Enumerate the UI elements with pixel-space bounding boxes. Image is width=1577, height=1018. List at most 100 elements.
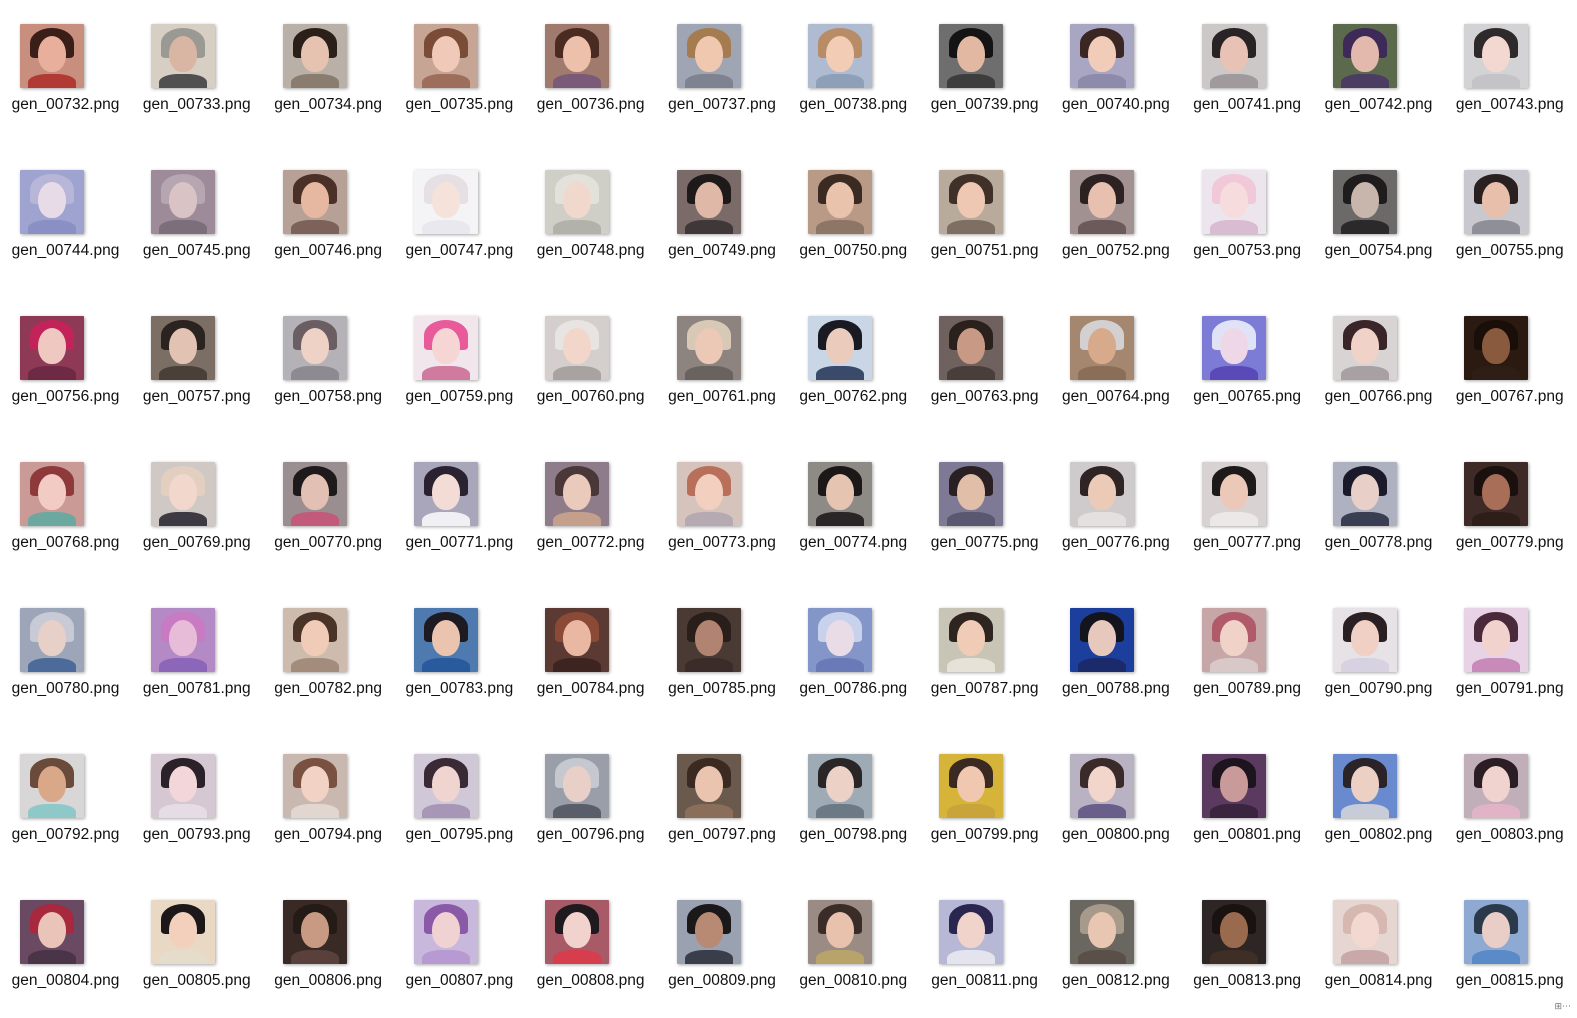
image-thumbnail[interactable] (151, 170, 216, 234)
file-item[interactable]: gen_00772.png (525, 438, 645, 558)
image-thumbnail[interactable] (413, 316, 478, 380)
view-toggle-icon[interactable]: ⊞⋯ (1554, 1002, 1571, 1012)
image-thumbnail[interactable] (20, 316, 84, 380)
file-item[interactable]: gen_00779.png (1444, 438, 1564, 558)
file-item[interactable]: gen_00804.png (0, 876, 120, 996)
file-item[interactable]: gen_00803.png (1444, 730, 1564, 850)
file-item[interactable]: gen_00809.png (657, 876, 777, 996)
image-thumbnail[interactable] (1201, 900, 1266, 964)
image-thumbnail[interactable] (1464, 900, 1529, 964)
image-thumbnail[interactable] (939, 608, 1004, 672)
image-thumbnail[interactable] (20, 462, 84, 526)
file-item[interactable]: gen_00741.png (1182, 0, 1302, 120)
file-item[interactable]: gen_00814.png (1313, 876, 1433, 996)
file-item[interactable]: gen_00760.png (525, 292, 645, 412)
file-item[interactable]: gen_00762.png (788, 292, 908, 412)
file-item[interactable]: gen_00775.png (919, 438, 1039, 558)
image-thumbnail[interactable] (282, 608, 347, 672)
file-item[interactable]: gen_00778.png (1313, 438, 1433, 558)
image-thumbnail[interactable] (939, 754, 1004, 818)
file-item[interactable]: gen_00774.png (788, 438, 908, 558)
image-thumbnail[interactable] (1464, 462, 1529, 526)
image-thumbnail[interactable] (545, 900, 610, 964)
image-thumbnail[interactable] (1333, 24, 1397, 88)
image-thumbnail[interactable] (1333, 170, 1397, 234)
image-thumbnail[interactable] (1070, 608, 1135, 672)
image-thumbnail[interactable] (1201, 608, 1266, 672)
file-item[interactable]: gen_00798.png (788, 730, 908, 850)
file-item[interactable]: gen_00801.png (1182, 730, 1302, 850)
file-item[interactable]: gen_00739.png (919, 0, 1039, 120)
image-thumbnail[interactable] (807, 900, 872, 964)
image-thumbnail[interactable] (282, 754, 347, 818)
image-thumbnail[interactable] (151, 900, 216, 964)
image-thumbnail[interactable] (545, 754, 610, 818)
image-thumbnail[interactable] (676, 754, 741, 818)
file-item[interactable]: gen_00786.png (788, 584, 908, 704)
file-item[interactable]: gen_00780.png (0, 584, 120, 704)
image-thumbnail[interactable] (151, 754, 216, 818)
file-item[interactable]: gen_00764.png (1050, 292, 1170, 412)
image-thumbnail[interactable] (151, 24, 216, 88)
image-thumbnail[interactable] (413, 608, 478, 672)
file-item[interactable]: gen_00788.png (1050, 584, 1170, 704)
file-item[interactable]: gen_00746.png (263, 146, 383, 266)
image-thumbnail[interactable] (413, 462, 478, 526)
file-item[interactable]: gen_00796.png (525, 730, 645, 850)
image-thumbnail[interactable] (20, 900, 84, 964)
image-thumbnail[interactable] (1070, 316, 1135, 380)
image-thumbnail[interactable] (1333, 316, 1397, 380)
file-item[interactable]: gen_00735.png (394, 0, 514, 120)
file-item[interactable]: gen_00740.png (1050, 0, 1170, 120)
image-thumbnail[interactable] (151, 462, 216, 526)
file-item[interactable]: gen_00753.png (1182, 146, 1302, 266)
image-thumbnail[interactable] (282, 462, 347, 526)
file-item[interactable]: gen_00765.png (1182, 292, 1302, 412)
image-thumbnail[interactable] (545, 170, 610, 234)
image-thumbnail[interactable] (676, 316, 741, 380)
file-item[interactable]: gen_00737.png (657, 0, 777, 120)
file-item[interactable]: gen_00744.png (0, 146, 120, 266)
image-thumbnail[interactable] (807, 754, 872, 818)
file-item[interactable]: gen_00769.png (131, 438, 251, 558)
image-thumbnail[interactable] (939, 316, 1004, 380)
file-item[interactable]: gen_00802.png (1313, 730, 1433, 850)
file-item[interactable]: gen_00754.png (1313, 146, 1433, 266)
image-thumbnail[interactable] (1464, 608, 1529, 672)
file-item[interactable]: gen_00777.png (1182, 438, 1302, 558)
image-thumbnail[interactable] (1070, 900, 1135, 964)
file-item[interactable]: gen_00758.png (263, 292, 383, 412)
file-item[interactable]: gen_00771.png (394, 438, 514, 558)
file-item[interactable]: gen_00767.png (1444, 292, 1564, 412)
file-item[interactable]: gen_00815.png (1444, 876, 1564, 996)
image-thumbnail[interactable] (676, 170, 741, 234)
image-thumbnail[interactable] (676, 900, 741, 964)
image-thumbnail[interactable] (1201, 24, 1266, 88)
image-thumbnail[interactable] (939, 462, 1004, 526)
file-item[interactable]: gen_00751.png (919, 146, 1039, 266)
image-thumbnail[interactable] (151, 608, 216, 672)
file-item[interactable]: gen_00776.png (1050, 438, 1170, 558)
file-item[interactable]: gen_00773.png (657, 438, 777, 558)
file-item[interactable]: gen_00755.png (1444, 146, 1564, 266)
image-thumbnail[interactable] (20, 170, 84, 234)
image-thumbnail[interactable] (151, 316, 216, 380)
file-item[interactable]: gen_00797.png (657, 730, 777, 850)
file-item[interactable]: gen_00757.png (131, 292, 251, 412)
image-thumbnail[interactable] (939, 900, 1004, 964)
image-thumbnail[interactable] (1333, 900, 1397, 964)
image-thumbnail[interactable] (807, 24, 872, 88)
image-thumbnail[interactable] (545, 316, 610, 380)
file-item[interactable]: gen_00747.png (394, 146, 514, 266)
file-item[interactable]: gen_00782.png (263, 584, 383, 704)
image-thumbnail[interactable] (807, 316, 872, 380)
file-item[interactable]: gen_00759.png (394, 292, 514, 412)
file-item[interactable]: gen_00793.png (131, 730, 251, 850)
image-thumbnail[interactable] (807, 170, 872, 234)
image-thumbnail[interactable] (1464, 170, 1529, 234)
file-item[interactable]: gen_00806.png (263, 876, 383, 996)
file-item[interactable]: gen_00811.png (919, 876, 1039, 996)
image-thumbnail[interactable] (282, 900, 347, 964)
file-item[interactable]: gen_00734.png (263, 0, 383, 120)
image-thumbnail[interactable] (413, 24, 478, 88)
